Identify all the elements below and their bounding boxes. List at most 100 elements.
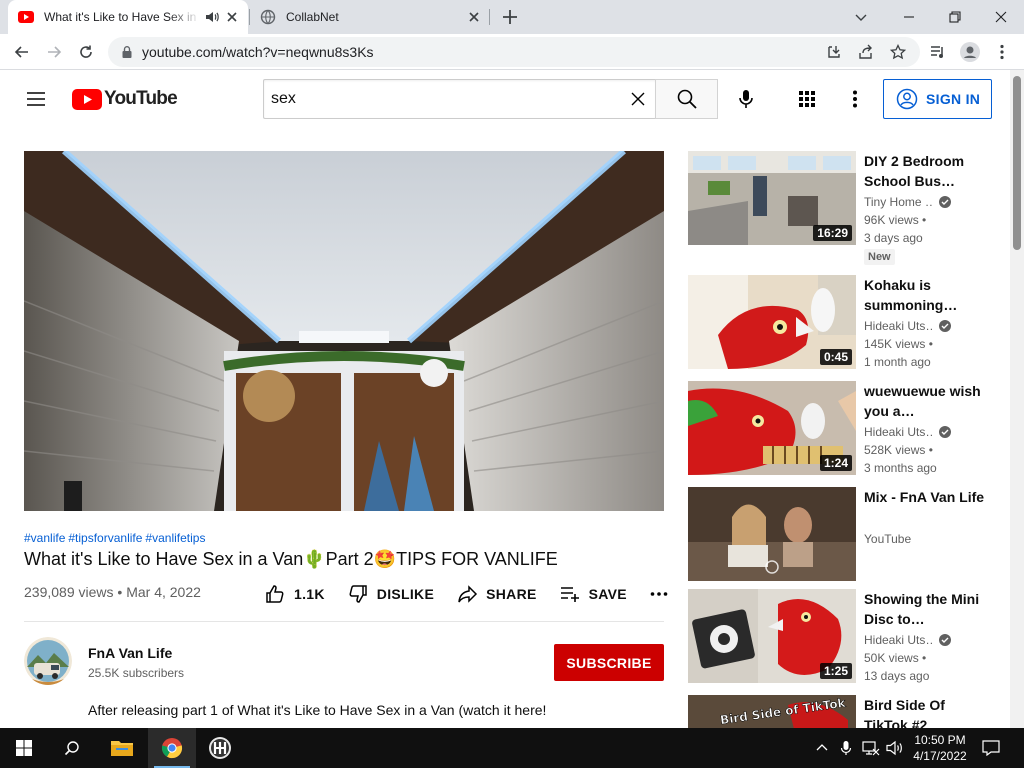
youtube-play-logo-icon: [72, 88, 102, 110]
file-explorer-icon[interactable]: [98, 728, 146, 768]
system-clock[interactable]: 10:50 PM 4/17/2022: [900, 732, 980, 764]
video-title[interactable]: Kohaku is summoning…: [864, 275, 992, 315]
video-player[interactable]: [24, 151, 664, 511]
youtube-favicon-icon: [18, 11, 34, 23]
search-input[interactable]: [271, 90, 620, 108]
minimize-icon[interactable]: [886, 0, 932, 34]
reload-icon[interactable]: [74, 40, 98, 64]
back-icon[interactable]: [10, 40, 34, 64]
mix-thumbnail[interactable]: [688, 487, 856, 581]
video-duration: 1:24: [819, 455, 852, 471]
show-hidden-icons-icon[interactable]: [816, 728, 828, 768]
video-thumbnail[interactable]: 16:29: [688, 151, 856, 245]
tab-youtube[interactable]: What it's Like to Have Sex in a Van: [8, 0, 248, 34]
channel-avatar[interactable]: [24, 637, 72, 685]
video-thumbnail[interactable]: Bird Side of TikTok: [688, 695, 856, 728]
channel-name[interactable]: Hideaki Uts…: [864, 319, 932, 333]
video-title[interactable]: Showing the Mini Disc to…: [864, 589, 992, 629]
channel-info: Hideaki Uts…: [864, 633, 952, 647]
install-app-icon[interactable]: [822, 40, 846, 64]
forward-icon[interactable]: [42, 40, 66, 64]
clear-search-icon[interactable]: [620, 81, 656, 117]
video-title[interactable]: DIY 2 Bedroom School Bus…: [864, 151, 992, 191]
tab-title: CollabNet: [286, 10, 339, 24]
more-horizontal-icon: [650, 592, 668, 596]
search-box[interactable]: [263, 79, 656, 119]
dislike-button[interactable]: DISLIKE: [347, 583, 434, 605]
thumbs-up-icon: [266, 585, 284, 603]
tab-search-icon[interactable]: [838, 0, 884, 34]
more-actions-button[interactable]: [649, 584, 677, 604]
tab-title: What it's Like to Have Sex in a Van: [44, 10, 200, 24]
channel-name[interactable]: FnA Van Life: [88, 645, 172, 661]
channel-name[interactable]: Hideaki Uts…: [864, 425, 932, 439]
verified-check-icon: [939, 634, 951, 646]
close-window-icon[interactable]: [978, 0, 1024, 34]
save-button[interactable]: SAVE: [559, 583, 627, 605]
hamburger-menu-icon[interactable]: [24, 87, 48, 111]
recommended-video[interactable]: 1:24 wuewuewue wish you a… Hideaki Uts… …: [688, 381, 998, 476]
notifications-icon[interactable]: [982, 728, 1000, 768]
close-tab-icon[interactable]: [466, 9, 482, 25]
recommended-video[interactable]: Bird Side of TikTok Bird Side Of TikTok …: [688, 695, 998, 728]
channel-name[interactable]: Tiny Home …: [864, 195, 932, 209]
apps-grid-icon[interactable]: [795, 87, 819, 111]
video-title[interactable]: wuewuewue wish you a…: [864, 381, 992, 421]
scrollbar-thumb[interactable]: [1013, 76, 1021, 250]
video-description: After releasing part 1 of What it's Like…: [88, 700, 664, 720]
hashtag-link[interactable]: #vanlifetips: [145, 531, 205, 545]
youtube-logo[interactable]: YouTube: [72, 88, 178, 110]
search-button[interactable]: [655, 79, 718, 119]
app-taskbar-icon[interactable]: [196, 728, 244, 768]
description-line: After releasing part 1 of What it's Like…: [88, 702, 547, 718]
subscribe-button[interactable]: SUBSCRIBE: [554, 644, 664, 681]
sign-in-button[interactable]: SIGN IN: [883, 79, 992, 119]
tab-separator: [489, 9, 490, 25]
lock-icon[interactable]: [120, 45, 134, 59]
recommended-video[interactable]: 1:25 Showing the Mini Disc to… Hideaki U…: [688, 589, 998, 684]
video-thumbnail[interactable]: 1:24: [688, 381, 856, 475]
new-tab-icon[interactable]: [498, 5, 522, 29]
section-divider: [24, 621, 664, 622]
channel-name[interactable]: Hideaki Uts…: [864, 633, 932, 647]
page-scrollbar[interactable]: [1010, 70, 1024, 728]
share-page-icon[interactable]: [854, 40, 878, 64]
windows-start-icon[interactable]: [0, 728, 48, 768]
hashtag-link[interactable]: #vanlife: [24, 531, 65, 545]
media-control-icon[interactable]: [926, 40, 950, 64]
like-button[interactable]: 1.1K: [264, 583, 325, 605]
chrome-taskbar-icon[interactable]: [148, 728, 196, 768]
hashtag-link[interactable]: #tipsforvanlife: [68, 531, 142, 545]
video-title: What it's Like to Have Sex in a Van🌵Part…: [24, 549, 558, 569]
globe-icon: [260, 9, 276, 25]
audio-playing-icon[interactable]: [204, 9, 220, 25]
close-tab-icon[interactable]: [224, 9, 240, 25]
chrome-menu-icon[interactable]: [990, 40, 1014, 64]
more-vertical-icon[interactable]: [843, 87, 867, 111]
channel-name: YouTube: [864, 532, 912, 546]
video-thumbnail[interactable]: 0:45: [688, 275, 856, 369]
recommended-mix[interactable]: Mix - FnA Van Life YouTube: [688, 487, 998, 582]
video-duration: 1:25: [819, 663, 852, 679]
restore-icon[interactable]: [932, 0, 978, 34]
recommended-video[interactable]: 16:29 DIY 2 Bedroom School Bus… Tiny Hom…: [688, 151, 998, 265]
new-badge: New: [864, 249, 895, 265]
mix-title[interactable]: Mix - FnA Van Life: [864, 487, 992, 507]
windows-taskbar: 10:50 PM 4/17/2022: [0, 728, 1024, 768]
recommended-video[interactable]: 0:45 Kohaku is summoning… Hideaki Uts… 1…: [688, 275, 998, 370]
microphone-tray-icon[interactable]: [840, 728, 852, 768]
bookmark-star-icon[interactable]: [886, 40, 910, 64]
microphone-icon[interactable]: [734, 87, 758, 111]
video-title[interactable]: Bird Side Of TikTok #2: [864, 695, 992, 728]
video-thumbnail[interactable]: 1:25: [688, 589, 856, 683]
address-bar[interactable]: youtube.com/watch?v=neqwnu8s3Ks: [108, 37, 920, 67]
taskbar-search-icon[interactable]: [48, 728, 96, 768]
share-button[interactable]: SHARE: [456, 583, 537, 605]
account-circle-icon: [896, 88, 918, 110]
upload-age: 3 months ago: [864, 461, 937, 475]
view-count: 96K views •: [864, 213, 927, 227]
profile-avatar-icon[interactable]: [958, 40, 982, 64]
network-icon[interactable]: [862, 728, 880, 768]
tab-collabnet[interactable]: CollabNet: [250, 0, 490, 34]
view-count: 50K views •: [864, 651, 927, 665]
